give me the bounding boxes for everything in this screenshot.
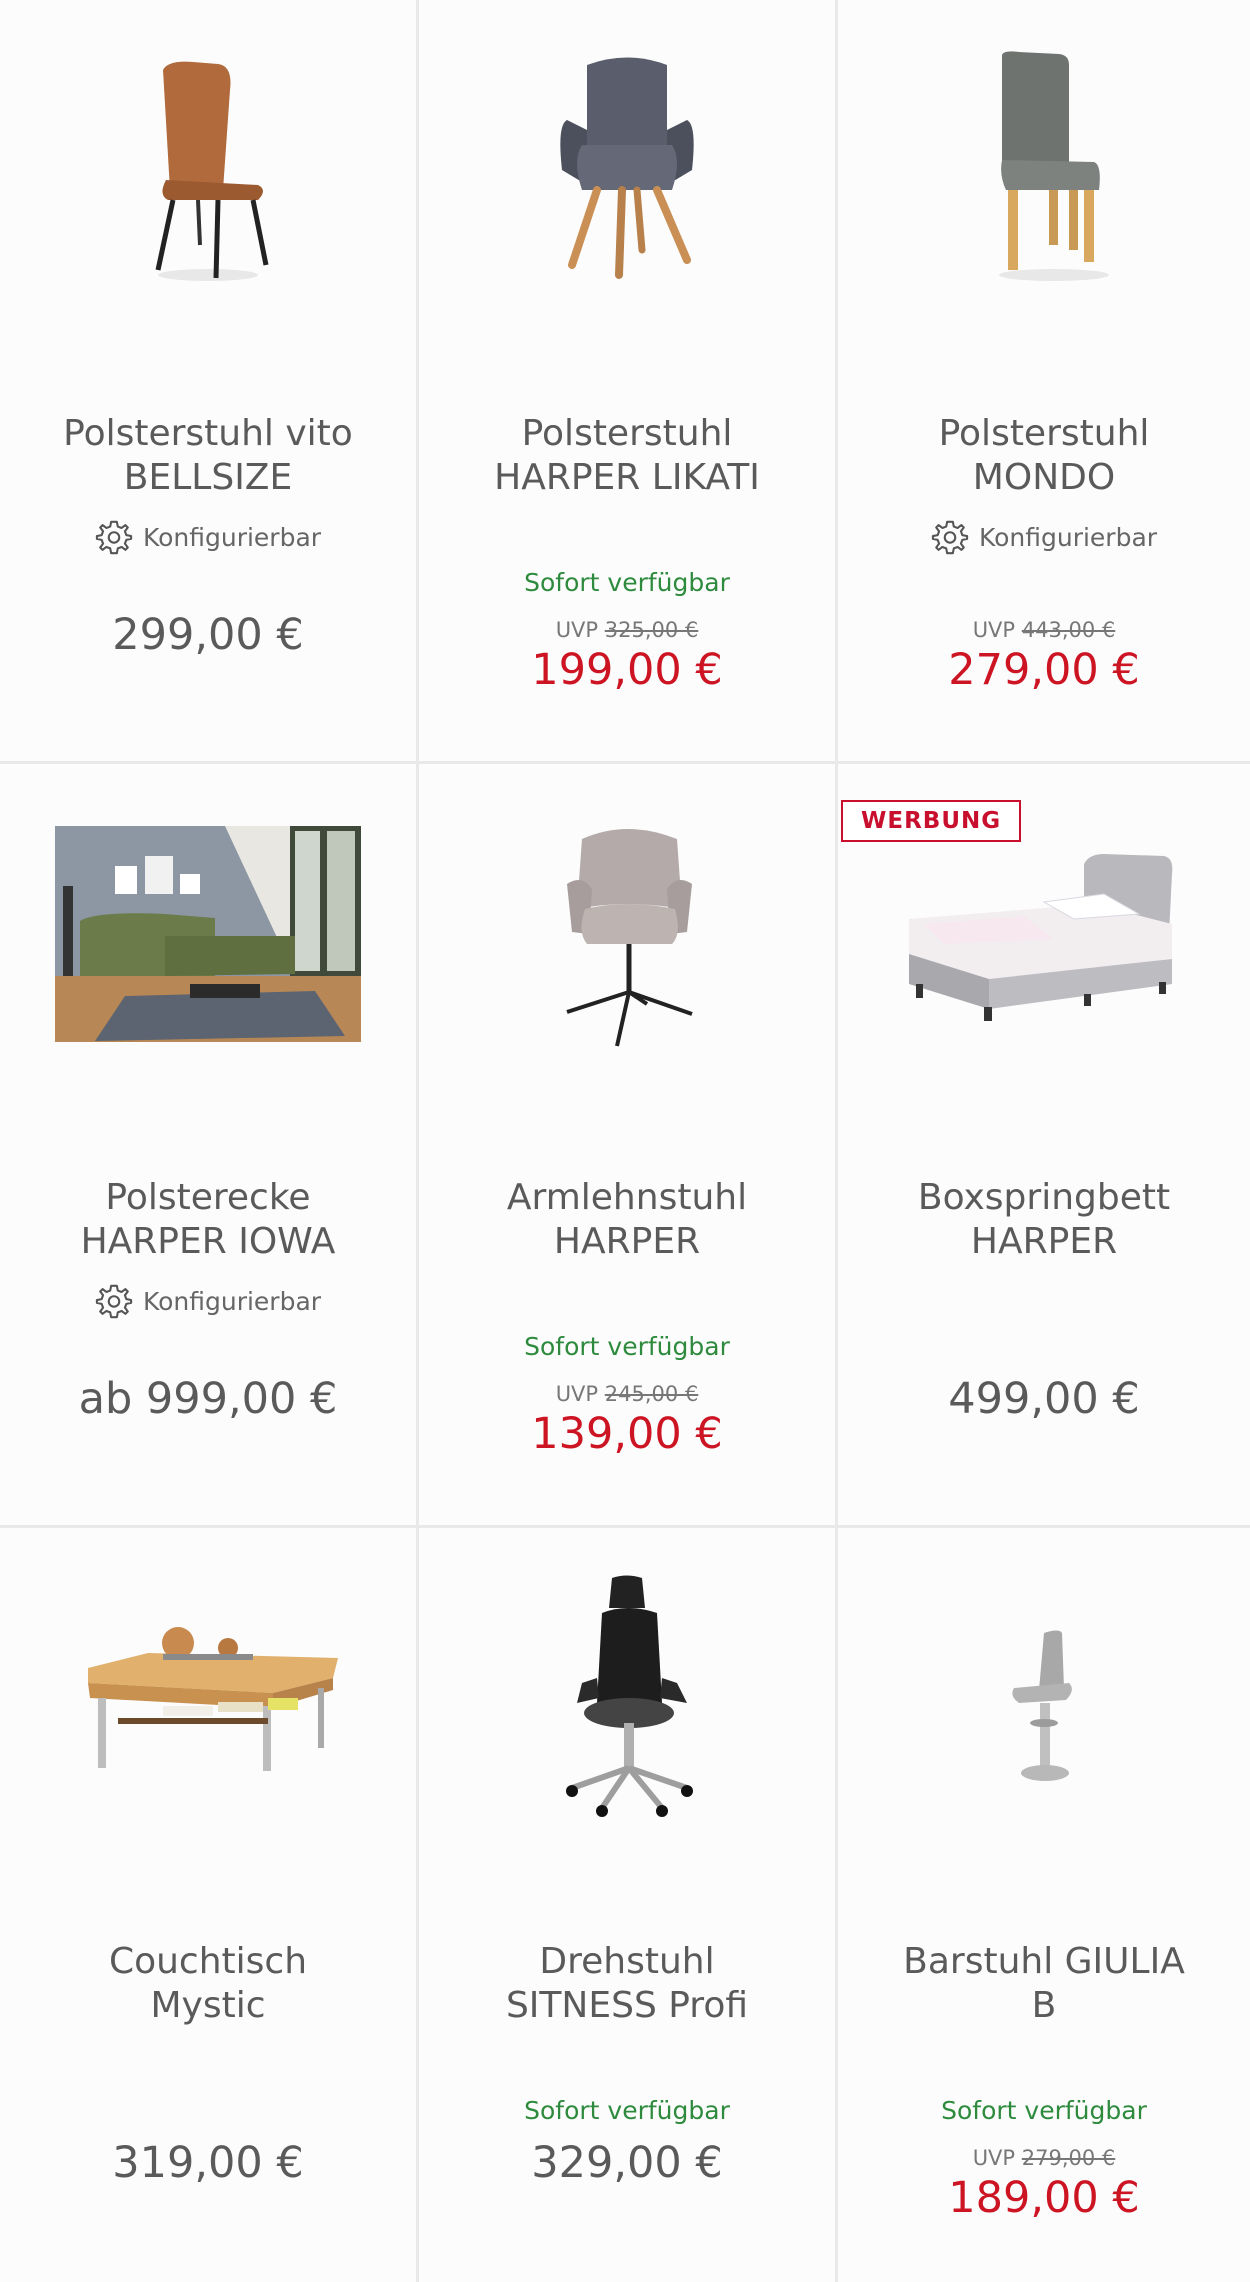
product-card[interactable]: Polsterstuhl vito BELLSIZE Konfigurierba…	[0, 0, 419, 764]
gray-armchair-icon	[560, 57, 694, 279]
product-image-swivel-armchair[interactable]	[419, 804, 835, 1064]
bar-stool-icon	[1012, 1630, 1072, 1781]
coffee-table-icon	[88, 1627, 338, 1771]
sale-price: 139,00 €	[531, 1409, 723, 1459]
product-price: ab 999,00 €	[78, 1374, 338, 1424]
product-card[interactable]: Barstuhl GIULIA B Sofort verfügbar UVP 2…	[838, 1528, 1250, 2282]
product-image-gray-armchair[interactable]	[419, 40, 835, 300]
product-name[interactable]: Polsterstuhl MONDO	[858, 412, 1230, 500]
product-image-brown-chair[interactable]	[0, 40, 416, 300]
high-back-chair-icon	[999, 51, 1109, 281]
product-name[interactable]: Polsterstuhl vito BELLSIZE	[20, 412, 396, 500]
product-name[interactable]: Polsterecke HARPER IOWA	[20, 1176, 396, 1264]
swivel-armchair-icon	[566, 829, 693, 1047]
configurable-label: Konfigurierbar	[0, 1282, 416, 1320]
product-name[interactable]: Armlehnstuhl HARPER	[439, 1176, 815, 1264]
uvp-price: UVP 245,00 €	[419, 1382, 835, 1406]
gear-icon	[95, 1284, 133, 1319]
product-card[interactable]: Armlehnstuhl HARPER Sofort verfügbar UVP…	[419, 764, 838, 1528]
uvp-value: 325,00 €	[604, 618, 699, 642]
configurable-text: Konfigurierbar	[142, 522, 322, 552]
availability-label: Sofort verfügbar	[941, 2096, 1147, 2125]
sale-price: 279,00 €	[948, 645, 1140, 695]
product-image-office-chair[interactable]	[419, 1568, 835, 1828]
product-name[interactable]: Couchtisch Mystic	[20, 1940, 396, 2028]
product-price: 329,00 €	[531, 2138, 723, 2188]
product-image-coffee-table[interactable]	[0, 1568, 416, 1828]
product-price: 499,00 €	[948, 1374, 1140, 1424]
product-name[interactable]: Boxspringbett HARPER	[858, 1176, 1230, 1264]
uvp-price: UVP 443,00 €	[838, 618, 1250, 642]
product-card[interactable]: Polsterstuhl MONDO Konfigurierbar UVP 44…	[838, 0, 1250, 764]
product-image-boxspring-bed[interactable]	[838, 804, 1250, 1064]
uvp-label: UVP	[972, 2146, 1016, 2170]
uvp-price: UVP 325,00 €	[419, 618, 835, 642]
uvp-price: UVP 279,00 €	[838, 2146, 1250, 2170]
availability-label: Sofort verfügbar	[524, 1332, 730, 1361]
sale-price: 189,00 €	[948, 2173, 1140, 2223]
uvp-value: 245,00 €	[604, 1382, 699, 1406]
uvp-label: UVP	[555, 1382, 599, 1406]
configurable-label: Konfigurierbar	[838, 518, 1250, 556]
product-image-bar-stool[interactable]	[838, 1568, 1250, 1828]
gear-icon	[95, 520, 133, 555]
configurable-text: Konfigurierbar	[142, 1286, 322, 1316]
availability-label: Sofort verfügbar	[524, 2096, 730, 2125]
product-card[interactable]: Drehstuhl SITNESS Profi Sofort verfügbar…	[419, 1528, 838, 2282]
product-name[interactable]: Barstuhl GIULIA B	[858, 1940, 1230, 2028]
gear-icon	[931, 520, 969, 555]
product-price: 319,00 €	[112, 2138, 304, 2188]
configurable-text: Konfigurierbar	[978, 522, 1158, 552]
uvp-label: UVP	[972, 618, 1016, 642]
product-card[interactable]: Couchtisch Mystic 319,00 €	[0, 1528, 419, 2282]
product-image-corner-sofa[interactable]	[0, 804, 416, 1064]
product-image-gray-high-back-chair[interactable]	[838, 40, 1250, 300]
sofa-room-photo-icon	[55, 826, 361, 1042]
uvp-value: 443,00 €	[1021, 618, 1116, 642]
uvp-value: 279,00 €	[1021, 2146, 1116, 2170]
office-chair-icon	[566, 1575, 693, 1817]
product-card[interactable]: Polsterecke HARPER IOWA Konfigurierbar a…	[0, 764, 419, 1528]
configurable-label: Konfigurierbar	[0, 518, 416, 556]
product-price: 299,00 €	[112, 610, 304, 660]
brown-chair-icon	[155, 61, 269, 281]
availability-label: Sofort verfügbar	[524, 568, 730, 597]
product-card[interactable]: WERBUNG Boxspringbett HARPER 499,00 €	[838, 764, 1250, 1528]
sale-price: 199,00 €	[531, 645, 723, 695]
uvp-label: UVP	[555, 618, 599, 642]
product-name[interactable]: Polsterstuhl HARPER LIKATI	[439, 412, 815, 500]
product-card[interactable]: Polsterstuhl HARPER LIKATI Sofort verfüg…	[419, 0, 838, 764]
bed-icon	[909, 854, 1173, 1021]
product-name[interactable]: Drehstuhl SITNESS Profi	[439, 1940, 815, 2028]
product-grid: Polsterstuhl vito BELLSIZE Konfigurierba…	[0, 0, 1250, 2282]
